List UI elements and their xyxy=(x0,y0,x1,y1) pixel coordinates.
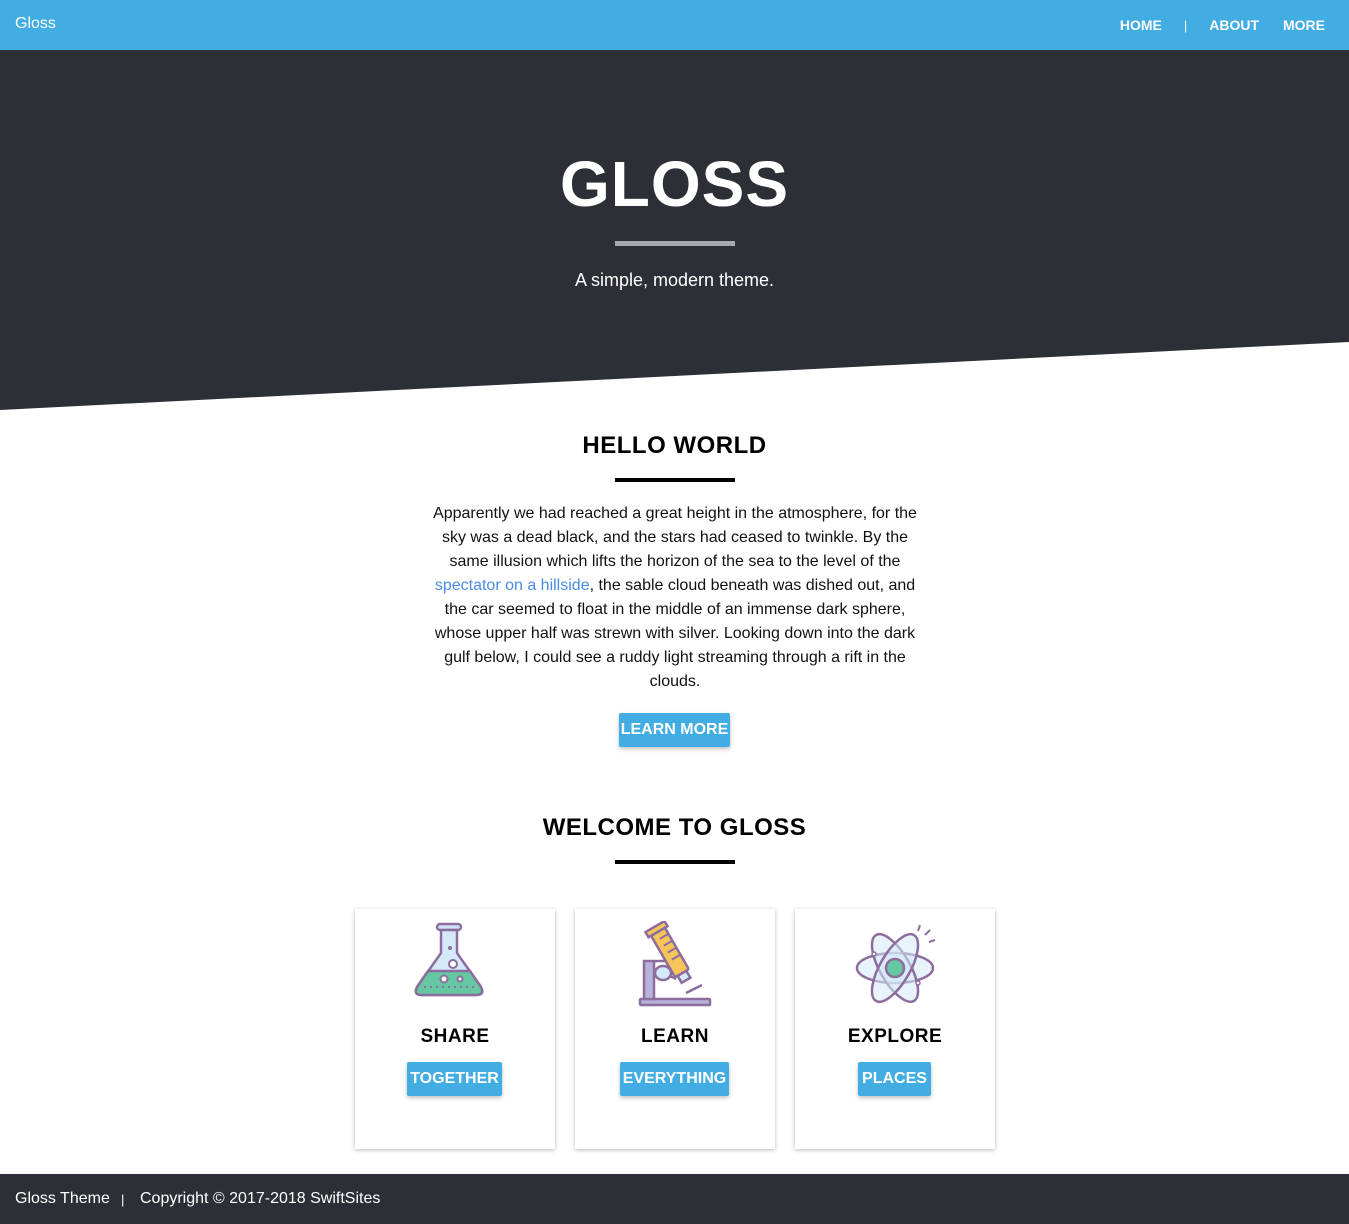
footer: Gloss Theme | Copyright © 2017-2018 Swif… xyxy=(0,1174,1349,1224)
hello-world-divider xyxy=(615,478,735,482)
everything-button[interactable]: EVERYTHING xyxy=(620,1062,729,1096)
places-button[interactable]: PLACES xyxy=(858,1062,931,1096)
learn-more-button[interactable]: LEARN MORE xyxy=(619,713,730,747)
footer-brand: Gloss Theme xyxy=(15,1190,110,1207)
hero-divider xyxy=(615,241,735,246)
hello-world-heading: HELLO WORLD xyxy=(582,432,767,459)
feature-card-learn: LEARN EVERYTHING xyxy=(575,909,775,1149)
hero-subtitle: A simple, modern theme. xyxy=(574,270,775,290)
hello-world-paragraph: Apparently we had reached a great height… xyxy=(430,502,920,694)
flask-icon xyxy=(414,922,484,997)
together-button[interactable]: TOGETHER xyxy=(407,1062,502,1096)
microscope-icon xyxy=(638,921,712,1007)
card-title-explore: EXPLORE xyxy=(847,1026,943,1047)
atom-icon xyxy=(855,924,936,1004)
welcome-heading: WELCOME TO GLOSS xyxy=(542,814,807,841)
paragraph-text-start: Apparently we had reached a great height… xyxy=(433,505,917,570)
feature-card-share: SHARE TOGETHER xyxy=(355,909,555,1149)
nav-separator: | xyxy=(1183,17,1188,33)
navbar: Gloss HOME | ABOUT MORE xyxy=(0,0,1349,50)
nav-more-link[interactable]: MORE xyxy=(1283,17,1325,33)
card-title-learn: LEARN xyxy=(641,1026,709,1047)
hero-title: GLOSS xyxy=(559,148,790,220)
nav-menu: HOME | ABOUT MORE xyxy=(1120,17,1325,33)
brand-link[interactable]: Gloss xyxy=(15,15,56,33)
card-title-share: SHARE xyxy=(420,1026,490,1047)
footer-copyright: Copyright © 2017-2018 SwiftSites xyxy=(140,1190,381,1207)
footer-separator: | xyxy=(121,1192,125,1207)
spectator-link[interactable]: spectator on a hillside xyxy=(435,577,590,594)
welcome-divider xyxy=(615,860,735,864)
nav-home-link[interactable]: HOME xyxy=(1120,17,1162,33)
hero-banner: GLOSS A simple, modern theme. xyxy=(0,50,1349,410)
nav-about-link[interactable]: ABOUT xyxy=(1209,17,1259,33)
feature-card-explore: EXPLORE PLACES xyxy=(795,909,995,1149)
